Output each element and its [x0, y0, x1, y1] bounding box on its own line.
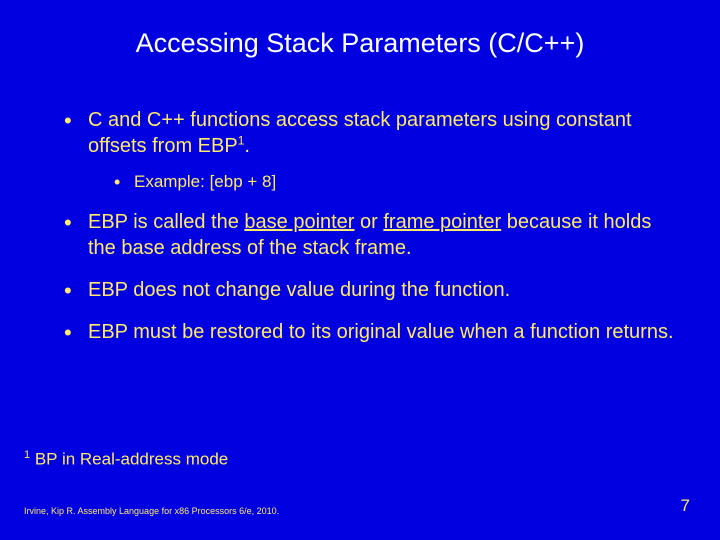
slide: Accessing Stack Parameters (C/C++) C and…: [0, 0, 720, 540]
bullet-2-underline-1: base pointer: [244, 211, 354, 233]
citation: Irvine, Kip R. Assembly Language for x86…: [24, 506, 279, 516]
bullet-1: C and C++ functions access stack paramet…: [64, 107, 680, 193]
bullet-1-text-post: .: [244, 135, 250, 157]
bullet-4: EBP must be restored to its original val…: [64, 319, 680, 345]
page-number: 7: [681, 496, 690, 516]
bullet-1-text-pre: C and C++ functions access stack paramet…: [88, 109, 632, 157]
bullet-2-underline-2: frame pointer: [383, 211, 501, 233]
bullet-list: C and C++ functions access stack paramet…: [40, 107, 680, 345]
sub-bullet-1: Example: [ebp + 8]: [114, 171, 680, 193]
slide-title: Accessing Stack Parameters (C/C++): [40, 28, 680, 59]
bullet-2: EBP is called the base pointer or frame …: [64, 209, 680, 261]
bullet-2-pre: EBP is called the: [88, 211, 244, 233]
footnote-text: BP in Real-address mode: [30, 450, 228, 469]
footnote: 1 BP in Real-address mode: [24, 449, 228, 470]
bullet-3: EBP does not change value during the fun…: [64, 277, 680, 303]
sub-bullet-list: Example: [ebp + 8]: [88, 171, 680, 193]
bullet-2-mid: or: [354, 211, 383, 233]
